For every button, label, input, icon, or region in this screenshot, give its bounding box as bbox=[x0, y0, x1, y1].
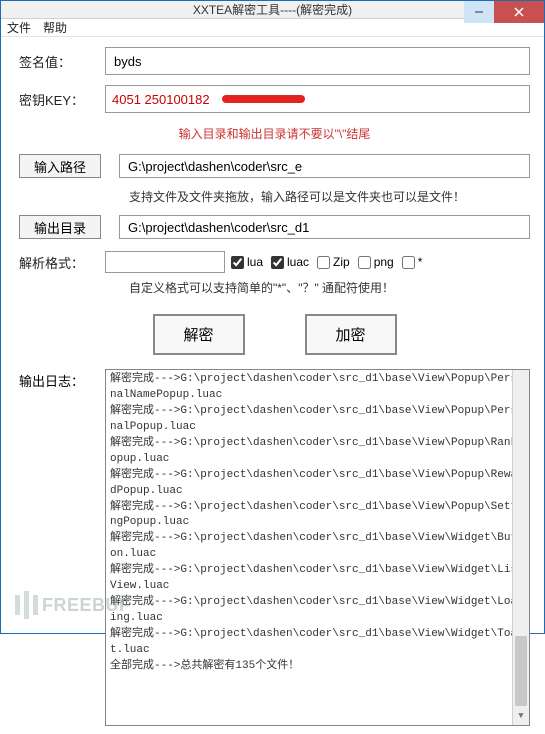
redaction-mark-icon bbox=[222, 95, 305, 103]
row-log: 输出日志： 解密完成--->G:\project\dashen\coder\sr… bbox=[19, 369, 530, 726]
input-outdir[interactable] bbox=[126, 219, 523, 236]
row-key: 密钥KEY： 4051 250100182 bbox=[19, 85, 530, 113]
button-input-path[interactable]: 输入路径 bbox=[19, 154, 101, 178]
log-line: 解密完成--->G:\project\dashen\coder\src_d1\b… bbox=[110, 563, 525, 595]
scroll-thumb[interactable] bbox=[515, 636, 527, 706]
check-luac[interactable]: luac bbox=[271, 255, 309, 269]
menu-file[interactable]: 文件 bbox=[7, 19, 31, 36]
hint-format: 自定义格式可以支持简单的"*"、"？" 通配符使用！ bbox=[129, 279, 530, 296]
titlebar[interactable]: XXTEA解密工具----(解密完成) bbox=[1, 1, 544, 19]
checkbox-luac[interactable] bbox=[271, 256, 284, 269]
row-output-dir: 输出目录 bbox=[19, 215, 530, 239]
scroll-track[interactable] bbox=[513, 387, 529, 708]
button-decrypt[interactable]: 解密 bbox=[153, 314, 245, 355]
log-line: 解密完成--->G:\project\dashen\coder\src_d1\b… bbox=[110, 595, 525, 627]
log-line: 全部完成--->总共解密有135个文件！ bbox=[110, 659, 525, 675]
label-format: 解析格式： bbox=[19, 253, 105, 272]
field-input-path[interactable] bbox=[119, 154, 530, 178]
checkbox-zip[interactable] bbox=[317, 256, 330, 269]
log-scrollbar[interactable]: ▲ ▼ bbox=[512, 370, 529, 725]
row-format: 解析格式： lua luac Zip png * bbox=[19, 251, 530, 273]
log-line: 解密完成--->G:\project\dashen\coder\src_d1\b… bbox=[110, 531, 525, 563]
label-log: 输出日志： bbox=[19, 369, 105, 726]
check-star[interactable]: * bbox=[402, 255, 423, 269]
content-area: 签名值： 密钥KEY： 4051 250100182 输入目录和输出目录请不要以… bbox=[1, 37, 544, 734]
input-sign[interactable] bbox=[112, 53, 523, 70]
label-sign: 签名值： bbox=[19, 52, 105, 71]
button-output-dir[interactable]: 输出目录 bbox=[19, 215, 101, 239]
menubar: 文件 帮助 bbox=[1, 19, 544, 37]
window-title: XXTEA解密工具----(解密完成) bbox=[1, 1, 544, 18]
log-line: 解密完成--->G:\project\dashen\coder\src_d1\b… bbox=[110, 500, 525, 532]
log-line: 解密完成--->G:\project\dashen\coder\src_d1\b… bbox=[110, 468, 525, 500]
log-line: 解密完成--->G:\project\dashen\coder\src_d1\b… bbox=[110, 627, 525, 659]
window-controls bbox=[464, 1, 544, 23]
row-sign: 签名值： bbox=[19, 47, 530, 75]
scroll-down-icon[interactable]: ▼ bbox=[513, 708, 529, 725]
input-format[interactable] bbox=[105, 251, 225, 273]
log-line: 解密完成--->G:\project\dashen\coder\src_d1\b… bbox=[110, 372, 525, 404]
check-lua[interactable]: lua bbox=[231, 255, 263, 269]
minimize-button[interactable] bbox=[464, 1, 494, 23]
checkbox-png[interactable] bbox=[358, 256, 371, 269]
checkbox-star[interactable] bbox=[402, 256, 415, 269]
key-visible-text: 4051 250100182 bbox=[112, 92, 210, 107]
log-line: 解密完成--->G:\project\dashen\coder\src_d1\b… bbox=[110, 436, 525, 468]
hint-path: 支持文件及文件夹拖放，输入路径可以是文件夹也可以是文件！ bbox=[129, 188, 530, 205]
check-png[interactable]: png bbox=[358, 255, 394, 269]
row-input-path: 输入路径 bbox=[19, 154, 530, 178]
check-zip[interactable]: Zip bbox=[317, 255, 350, 269]
log-output[interactable]: 解密完成--->G:\project\dashen\coder\src_d1\b… bbox=[105, 369, 530, 726]
field-key[interactable]: 4051 250100182 bbox=[105, 85, 530, 113]
action-row: 解密 加密 bbox=[19, 314, 530, 355]
checkbox-lua[interactable] bbox=[231, 256, 244, 269]
button-encrypt[interactable]: 加密 bbox=[305, 314, 397, 355]
app-window: XXTEA解密工具----(解密完成) 文件 帮助 签名值： 密钥KEY： 40… bbox=[0, 0, 545, 634]
field-output-dir[interactable] bbox=[119, 215, 530, 239]
field-sign[interactable] bbox=[105, 47, 530, 75]
close-button[interactable] bbox=[494, 1, 544, 23]
input-path[interactable] bbox=[126, 158, 523, 175]
label-key: 密钥KEY： bbox=[19, 90, 105, 109]
menu-help[interactable]: 帮助 bbox=[43, 19, 67, 36]
hint-io-warning: 输入目录和输出目录请不要以"\"结尾 bbox=[19, 125, 530, 142]
log-line: 解密完成--->G:\project\dashen\coder\src_d1\b… bbox=[110, 404, 525, 436]
